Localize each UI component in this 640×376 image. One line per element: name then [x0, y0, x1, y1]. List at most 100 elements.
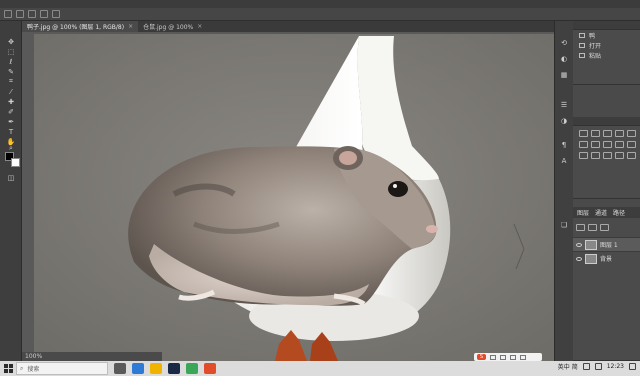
- wechat-icon[interactable]: [186, 363, 198, 374]
- tab-hamster-document[interactable]: 仓鼠.jpg @ 100% ×: [138, 21, 207, 32]
- history-panel-icon[interactable]: ⟲: [559, 39, 569, 47]
- adjustments-panel-header: [573, 117, 640, 126]
- posterize-icon[interactable]: [591, 152, 600, 159]
- brush-tool-icon[interactable]: ✐: [4, 107, 18, 116]
- canvas-image: [34, 34, 554, 361]
- history-panel-header: [573, 21, 640, 30]
- background-color-swatch[interactable]: [11, 158, 20, 167]
- file-explorer-icon[interactable]: [150, 363, 162, 374]
- swatches-panel-icon[interactable]: ▦: [559, 71, 569, 79]
- keyboard-icon[interactable]: [510, 354, 516, 360]
- hue-saturation-icon[interactable]: [579, 141, 588, 148]
- menu-bar: [0, 0, 640, 8]
- status-bar: 100%: [22, 352, 162, 361]
- vibrance-icon[interactable]: [627, 130, 636, 137]
- history-item[interactable]: 打开: [573, 40, 640, 50]
- clock[interactable]: 12:23: [607, 363, 624, 370]
- panel-icon-dock: ⟲ ◐ ▦ ☰ ◑ ¶ A ❏: [555, 21, 573, 361]
- lasso-tool-icon[interactable]: ℓ: [4, 57, 18, 66]
- layer-thumbnail: [585, 239, 597, 250]
- search-placeholder: 搜索: [27, 366, 40, 373]
- snapshot-icon: [579, 32, 585, 38]
- adjustments-panel-icon[interactable]: ◑: [559, 117, 569, 125]
- layer-thumbnail: [585, 253, 597, 264]
- canvas-area[interactable]: [22, 32, 554, 361]
- photo-filter-icon[interactable]: [615, 141, 624, 148]
- brightness-contrast-icon[interactable]: [579, 130, 588, 137]
- language-icon[interactable]: [490, 354, 496, 360]
- curves-icon[interactable]: [603, 130, 612, 137]
- close-icon[interactable]: ×: [128, 23, 133, 30]
- document-canvas[interactable]: [34, 34, 554, 361]
- options-bar: [0, 8, 640, 21]
- align-center-icon[interactable]: [52, 10, 60, 18]
- transform-controls-icon[interactable]: [28, 10, 36, 18]
- color-panel-icon[interactable]: ◐: [559, 55, 569, 63]
- browser-icon[interactable]: [132, 363, 144, 374]
- healing-brush-icon[interactable]: ✚: [4, 97, 18, 106]
- color-balance-icon[interactable]: [591, 141, 600, 148]
- tab-paths[interactable]: 路径: [613, 208, 625, 217]
- close-icon[interactable]: ×: [197, 23, 202, 30]
- filter-kind-icon[interactable]: [576, 224, 585, 231]
- tab-label: 仓鼠.jpg @ 100%: [143, 24, 194, 31]
- task-view-icon[interactable]: [114, 363, 126, 374]
- tab-channels[interactable]: 通道: [595, 208, 607, 217]
- history-step-icon: [579, 42, 585, 48]
- quick-select-tool-icon[interactable]: ✎: [4, 67, 18, 76]
- layers-panel-icon[interactable]: ❏: [559, 221, 569, 229]
- properties-panel-icon[interactable]: ☰: [559, 101, 569, 109]
- tab-duck-document[interactable]: 鸭子.jpg @ 100% (图层 1, RGB/8) ×: [22, 21, 139, 32]
- visibility-eye-icon[interactable]: [576, 256, 582, 261]
- invert-icon[interactable]: [579, 152, 588, 159]
- threshold-icon[interactable]: [603, 152, 612, 159]
- settings-icon[interactable]: [520, 354, 526, 360]
- gradient-map-icon[interactable]: [615, 152, 624, 159]
- character-panel-icon[interactable]: A: [559, 157, 569, 165]
- notification-icon[interactable]: [629, 363, 636, 370]
- taskbar-search-box[interactable]: ⌕ 搜索: [16, 362, 108, 375]
- hamster-nose: [426, 225, 438, 233]
- emoji-icon[interactable]: [500, 354, 506, 360]
- tray-label[interactable]: 英中 简: [558, 362, 578, 371]
- quick-mask-icon[interactable]: ◫: [4, 173, 18, 182]
- channel-mixer-icon[interactable]: [627, 141, 636, 148]
- tab-layers[interactable]: 图层: [577, 208, 589, 217]
- align-left-icon[interactable]: [40, 10, 48, 18]
- tools-panel: ✥ ⬚ ℓ ✎ ⌗ ⁄ ✚ ✐ ✒ T ✋ ⌕ ◫: [0, 21, 22, 361]
- hamster-eye: [388, 181, 408, 197]
- eyedropper-tool-icon[interactable]: ⁄: [4, 87, 18, 96]
- type-tool-icon[interactable]: T: [4, 127, 18, 136]
- history-step-icon: [579, 52, 585, 58]
- history-item[interactable]: 鸭: [573, 30, 640, 40]
- app-taskbar-icon[interactable]: [204, 363, 216, 374]
- black-white-icon[interactable]: [603, 141, 612, 148]
- auto-select-icon[interactable]: [16, 10, 24, 18]
- levels-icon[interactable]: [591, 130, 600, 137]
- sogou-logo-icon[interactable]: S: [477, 354, 486, 360]
- adjustments-grid: [573, 126, 640, 163]
- layer-row[interactable]: 图层 1: [573, 237, 640, 251]
- history-item-label: 打开: [589, 42, 602, 50]
- paragraph-panel-icon[interactable]: ¶: [559, 141, 569, 149]
- zoom-level[interactable]: 100%: [25, 353, 42, 360]
- volume-icon[interactable]: [594, 363, 602, 370]
- floating-input-toolbar[interactable]: S: [474, 353, 542, 361]
- photoshop-taskbar-icon[interactable]: [168, 363, 180, 374]
- layers-panel: 图层 通道 路径 图层 1 背景: [573, 207, 640, 361]
- layer-row[interactable]: 背景: [573, 251, 640, 265]
- marquee-tool-icon[interactable]: ⬚: [4, 47, 18, 56]
- move-tool-icon[interactable]: ✥: [4, 37, 18, 46]
- start-button[interactable]: [0, 361, 16, 376]
- selective-color-icon[interactable]: [627, 152, 636, 159]
- pen-tool-icon[interactable]: ✒: [4, 117, 18, 126]
- blend-mode-select[interactable]: [588, 224, 597, 231]
- history-item-label: 粘贴: [589, 52, 602, 60]
- exposure-icon[interactable]: [615, 130, 624, 137]
- visibility-eye-icon[interactable]: [576, 242, 582, 247]
- move-option-icon[interactable]: [4, 10, 12, 18]
- opacity-field[interactable]: [600, 224, 609, 231]
- crop-tool-icon[interactable]: ⌗: [4, 77, 18, 86]
- network-icon[interactable]: [582, 363, 590, 370]
- history-item[interactable]: 粘贴: [573, 50, 640, 60]
